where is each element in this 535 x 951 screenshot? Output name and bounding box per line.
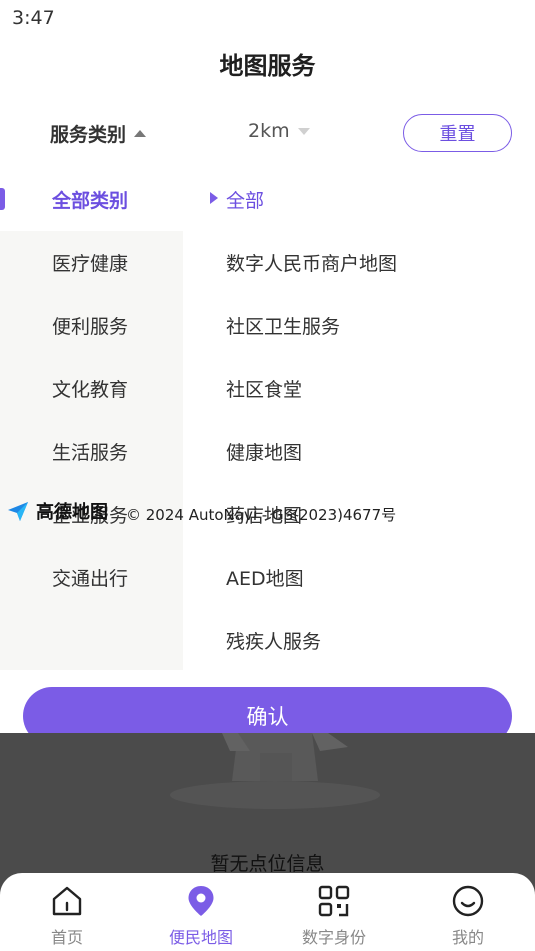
tab-label: 数字身份 bbox=[301, 928, 366, 947]
caret-down-icon bbox=[297, 127, 310, 135]
category-filter-dropdown[interactable]: 服务类别 bbox=[50, 120, 147, 147]
subcategory-item-digital-rmb[interactable]: 数字人民币商户地图 bbox=[183, 231, 535, 294]
category-filter-label: 服务类别 bbox=[50, 124, 127, 146]
category-item-medical[interactable]: 医疗健康 bbox=[0, 231, 183, 294]
empty-state-text: 暂无点位信息 bbox=[210, 853, 325, 875]
category-item-label: 生活服务 bbox=[52, 442, 129, 464]
subcategory-item-label: 数字人民币商户地图 bbox=[226, 253, 398, 275]
subcategory-item-disability[interactable]: 残疾人服务 bbox=[183, 609, 535, 672]
filter-bar: 服务类别 2km 重置 bbox=[0, 108, 535, 158]
bottom-tab-bar: 首页 便民地图 数字身份 我的 bbox=[0, 873, 535, 951]
category-item-transport[interactable]: 交通出行 bbox=[0, 546, 183, 609]
subcategory-item-aed-map[interactable]: AED地图 bbox=[183, 546, 535, 609]
category-item-life[interactable]: 生活服务 bbox=[0, 420, 183, 483]
category-item-all[interactable]: 全部类别 bbox=[0, 168, 183, 231]
status-bar: 3:47 bbox=[0, 0, 535, 38]
subcategory-item-community-health[interactable]: 社区卫生服务 bbox=[183, 294, 535, 357]
active-indicator bbox=[0, 188, 5, 210]
subcategory-item-label: 健康地图 bbox=[226, 442, 303, 464]
distance-filter-dropdown[interactable]: 2km bbox=[248, 120, 310, 142]
subcategory-item-label: 社区卫生服务 bbox=[226, 316, 341, 338]
home-icon bbox=[52, 886, 82, 916]
subcategory-item-community-canteen[interactable]: 社区食堂 bbox=[183, 357, 535, 420]
tab-digital-id[interactable]: 数字身份 bbox=[267, 873, 401, 951]
empty-box-illustration bbox=[170, 733, 380, 809]
subcategory-item-label: 残疾人服务 bbox=[226, 631, 322, 653]
tab-service-map[interactable]: 便民地图 bbox=[134, 873, 268, 951]
subcategory-list: 全部 数字人民币商户地图 社区卫生服务 社区食堂 健康地图 药店地图 AED地图… bbox=[183, 168, 535, 670]
reset-button[interactable]: 重置 bbox=[403, 114, 512, 152]
subcategory-item-label: AED地图 bbox=[226, 568, 304, 590]
distance-filter-label: 2km bbox=[248, 120, 290, 142]
map-provider-logo: 高德地图 bbox=[6, 498, 108, 524]
category-item-culture[interactable]: 文化教育 bbox=[0, 357, 183, 420]
map-copyright: © 2024 AutoNavi - GS(2023)4677号 bbox=[126, 506, 397, 524]
qr-code-icon bbox=[318, 885, 350, 917]
subcategory-item-health-map[interactable]: 健康地图 bbox=[183, 420, 535, 483]
subcategory-item-label: 全部 bbox=[226, 190, 265, 212]
smile-icon bbox=[452, 885, 484, 917]
caret-up-icon bbox=[134, 130, 147, 137]
page-title: 地图服务 bbox=[219, 52, 316, 80]
category-item-label: 便利服务 bbox=[52, 316, 129, 338]
subcategory-item-label: 社区食堂 bbox=[226, 379, 303, 401]
tab-label: 便民地图 bbox=[168, 928, 233, 947]
status-time: 3:47 bbox=[12, 7, 55, 29]
tab-home[interactable]: 首页 bbox=[0, 873, 134, 951]
category-item-convenience[interactable]: 便利服务 bbox=[0, 294, 183, 357]
subcategory-item-all[interactable]: 全部 bbox=[183, 168, 535, 231]
amap-logo-icon bbox=[8, 502, 28, 521]
tab-profile[interactable]: 我的 bbox=[401, 873, 535, 951]
tab-label: 我的 bbox=[451, 928, 484, 947]
category-list: 全部类别 医疗健康 便利服务 文化教育 生活服务 企业服务 交通出行 bbox=[0, 168, 183, 670]
map-pin-icon bbox=[188, 886, 214, 916]
category-item-label: 全部类别 bbox=[52, 190, 129, 212]
tab-label: 首页 bbox=[50, 928, 83, 947]
category-item-label: 文化教育 bbox=[52, 379, 129, 401]
category-item-label: 医疗健康 bbox=[52, 253, 129, 275]
category-item-label: 交通出行 bbox=[52, 568, 129, 590]
map-provider-name: 高德地图 bbox=[36, 502, 108, 523]
caret-right-icon bbox=[210, 192, 218, 204]
